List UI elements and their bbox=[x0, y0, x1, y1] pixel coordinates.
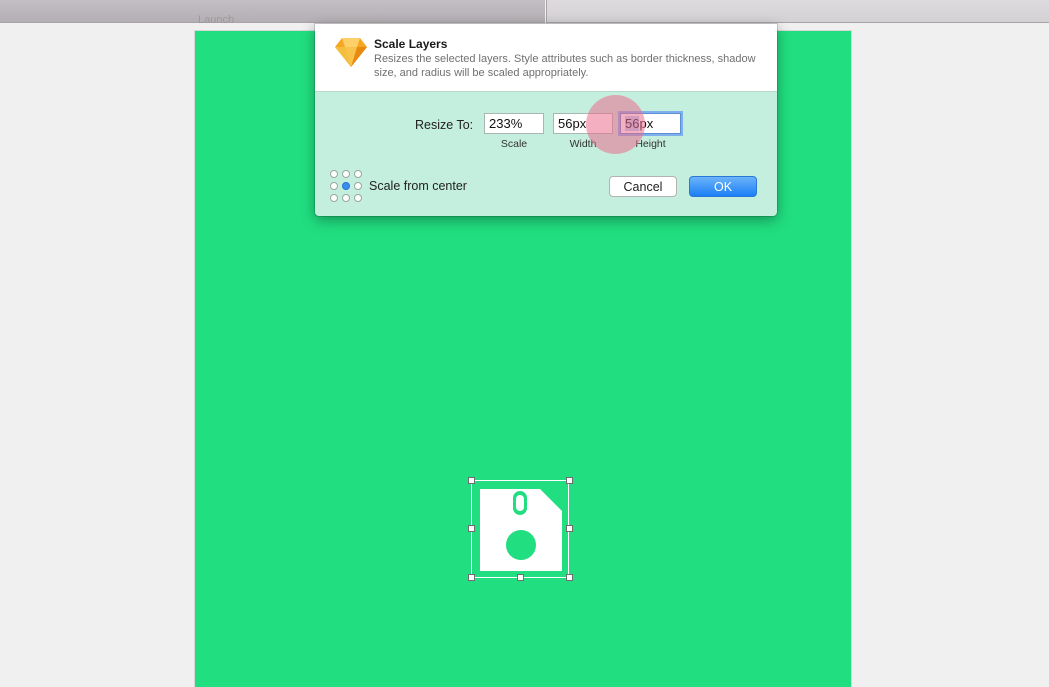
resize-handle-tr[interactable] bbox=[566, 477, 573, 484]
resize-handle-ml[interactable] bbox=[468, 525, 475, 532]
anchor-top-right[interactable] bbox=[354, 170, 362, 178]
resize-handle-bm[interactable] bbox=[517, 574, 524, 581]
tab-inactive[interactable] bbox=[546, 0, 1049, 23]
ok-button[interactable]: OK bbox=[689, 176, 757, 197]
dialog-title: Scale Layers bbox=[374, 37, 448, 51]
scale-field-label: Scale bbox=[500, 138, 528, 150]
width-input[interactable]: 56px bbox=[553, 113, 613, 134]
anchor-bottom-left[interactable] bbox=[330, 194, 338, 202]
tab-active[interactable] bbox=[0, 0, 545, 23]
height-field-label: Height bbox=[635, 138, 666, 150]
anchor-bottom[interactable] bbox=[342, 194, 350, 202]
anchor-top[interactable] bbox=[342, 170, 350, 178]
artboard-label[interactable]: Launch bbox=[198, 14, 234, 23]
cancel-button[interactable]: Cancel bbox=[609, 176, 677, 197]
sketch-logo-icon bbox=[335, 38, 367, 67]
width-field-label: Width bbox=[569, 138, 597, 150]
anchor-right[interactable] bbox=[354, 182, 362, 190]
anchor-left[interactable] bbox=[330, 182, 338, 190]
resize-handle-bl[interactable] bbox=[468, 574, 475, 581]
dialog-description: Resizes the selected layers. Style attri… bbox=[374, 53, 756, 79]
anchor-bottom-right[interactable] bbox=[354, 194, 362, 202]
selection-bounds[interactable] bbox=[471, 480, 569, 578]
height-input[interactable]: 56px bbox=[620, 113, 681, 134]
resize-to-label: Resize To: bbox=[415, 118, 474, 132]
height-input-unit: px bbox=[639, 116, 654, 131]
window-tab-bar bbox=[0, 0, 1049, 23]
scale-from-center-label: Scale from center bbox=[369, 179, 467, 193]
resize-handle-tl[interactable] bbox=[468, 477, 475, 484]
resize-handle-mr[interactable] bbox=[566, 525, 573, 532]
resize-handle-br[interactable] bbox=[566, 574, 573, 581]
height-input-selected-text: 56 bbox=[625, 116, 640, 131]
scale-layers-dialog: Scale Layers Resizes the selected layers… bbox=[315, 24, 777, 216]
scale-input[interactable]: 233% bbox=[484, 113, 544, 134]
anchor-point-selector[interactable] bbox=[330, 170, 362, 202]
anchor-top-left[interactable] bbox=[330, 170, 338, 178]
dialog-header: Scale Layers Resizes the selected layers… bbox=[315, 24, 777, 92]
anchor-center[interactable] bbox=[342, 182, 350, 190]
